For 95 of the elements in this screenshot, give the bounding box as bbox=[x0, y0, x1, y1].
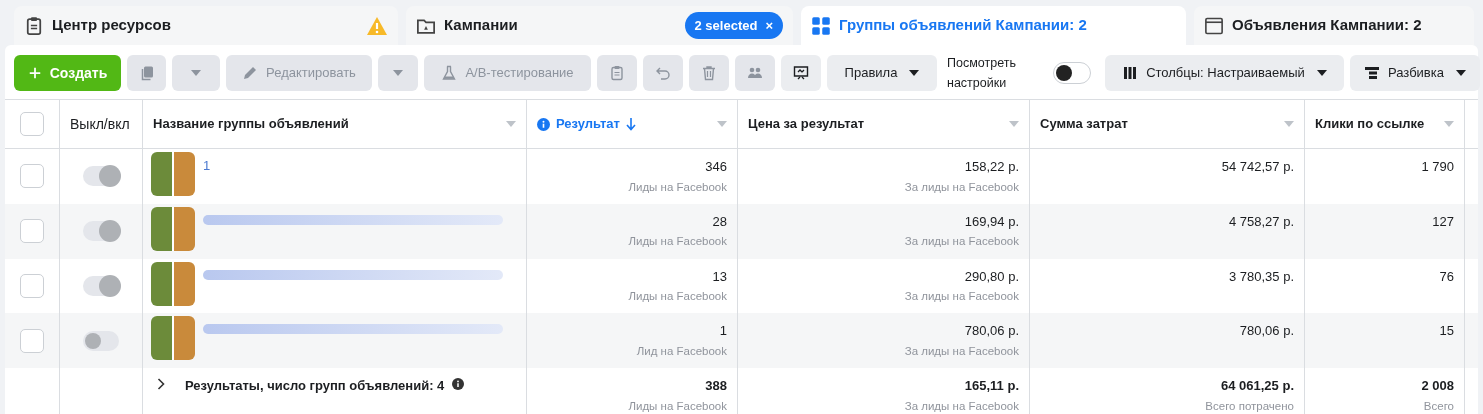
dropdown-button[interactable]: Столбцы: Настраиваемый bbox=[1105, 55, 1344, 91]
table-cell-text: 54 742,57 р. bbox=[1220, 158, 1294, 176]
info-icon bbox=[537, 117, 550, 131]
cell-caption: Лиды на Facebook bbox=[627, 179, 727, 195]
column-header[interactable]: Клики по ссылке bbox=[1305, 100, 1465, 148]
cell-caption: За лиды на Facebook bbox=[903, 343, 1019, 359]
photo-placeholder bbox=[151, 152, 195, 196]
caret-icon bbox=[191, 70, 201, 76]
table-cell-text: 158,22 р. bbox=[963, 158, 1019, 176]
checkbox[interactable] bbox=[20, 164, 44, 189]
table-cell-text: 4 758,27 р. bbox=[1227, 212, 1294, 231]
checkbox[interactable] bbox=[20, 112, 44, 136]
column-header[interactable]: Результат bbox=[527, 100, 738, 148]
tab[interactable]: Кампании 2 selected × bbox=[406, 6, 793, 45]
chip-label: 2 selected bbox=[694, 17, 758, 33]
checkbox[interactable] bbox=[20, 273, 44, 298]
warning-icon bbox=[366, 15, 388, 36]
table-cell-text: 15 bbox=[1438, 322, 1454, 341]
cell-caption: Лид на Facebook bbox=[635, 343, 727, 359]
table-cell-text: 165,11 р. bbox=[963, 377, 1019, 395]
cell-caption: За лиды на Facebook bbox=[903, 398, 1019, 414]
info-icon bbox=[452, 378, 465, 390]
column-header[interactable]: Выкл/вкл bbox=[60, 100, 143, 148]
caret-icon bbox=[1284, 121, 1294, 127]
window-icon bbox=[1204, 15, 1224, 36]
table-cell-text: 1 790 bbox=[1420, 158, 1454, 176]
ad-group-link[interactable]: 1 bbox=[203, 156, 211, 176]
tab[interactable]: Центр ресурсов bbox=[14, 6, 398, 45]
breakdown-icon bbox=[1364, 65, 1380, 81]
cell-caption: Всего потрачено bbox=[1204, 398, 1294, 414]
tab[interactable]: Объявления Кампании: 2 bbox=[1194, 6, 1474, 45]
tab-label: Объявления Кампании: 2 bbox=[1232, 15, 1422, 36]
selection-chip[interactable]: 2 selected × bbox=[684, 11, 783, 40]
table-cell-text: 64 061,25 р. bbox=[1220, 377, 1294, 395]
flask-icon bbox=[441, 65, 458, 81]
plus-icon bbox=[27, 66, 42, 80]
table-cell-text: 346 bbox=[704, 158, 727, 176]
dropdown-button[interactable]: Правила bbox=[827, 55, 937, 91]
cell-caption: За лиды на Facebook bbox=[903, 179, 1019, 195]
caret-icon bbox=[506, 121, 516, 127]
caret-icon bbox=[393, 70, 403, 76]
photo-placeholder bbox=[151, 206, 195, 251]
caret-icon bbox=[717, 121, 727, 127]
table-cell-text: 1 bbox=[718, 322, 727, 341]
column-header[interactable]: Сумма затрат bbox=[1030, 100, 1305, 148]
photo-placeholder bbox=[151, 316, 195, 361]
cell-caption: За лиды на Facebook bbox=[903, 234, 1019, 250]
tab[interactable]: Группы объявлений Кампании: 2 bbox=[801, 6, 1186, 45]
tab-label: Кампании bbox=[444, 15, 518, 36]
toggle-switch[interactable] bbox=[83, 221, 119, 242]
photo-placeholder bbox=[151, 261, 195, 306]
toggle-switch[interactable] bbox=[83, 275, 119, 296]
cell-caption: Лиды на Facebook bbox=[627, 234, 727, 250]
cell-caption: Всего bbox=[1422, 398, 1454, 414]
clipboard-icon bbox=[24, 15, 44, 36]
tab-label: Группы объявлений Кампании: 2 bbox=[839, 15, 1087, 36]
table-cell-text: 290,80 р. bbox=[963, 267, 1019, 286]
totals-label: Результаты, число групп объявлений: 4 bbox=[185, 377, 445, 395]
sort-down-icon bbox=[625, 117, 636, 131]
clipboard-icon bbox=[609, 65, 625, 81]
toggle-switch[interactable] bbox=[83, 330, 119, 351]
dropdown-button[interactable]: Разбивка bbox=[1350, 55, 1480, 91]
table-cell-text: 780,06 р. bbox=[963, 322, 1019, 341]
screen-arrows-icon bbox=[793, 65, 809, 81]
table-cell-text: 76 bbox=[1438, 267, 1454, 286]
grid-icon bbox=[811, 15, 831, 36]
cell-caption: Лиды на Facebook bbox=[627, 398, 727, 414]
table-cell-text: 28 bbox=[711, 212, 727, 231]
toggle-switch[interactable] bbox=[1053, 62, 1091, 84]
cell-caption: Лиды на Facebook bbox=[627, 289, 727, 304]
people-icon bbox=[747, 65, 763, 81]
table-cell-text: 13 bbox=[711, 267, 727, 286]
undo-icon bbox=[655, 65, 671, 81]
close-icon[interactable]: × bbox=[765, 17, 773, 33]
switch-label: Посмотреть настройки bbox=[947, 55, 1017, 92]
table-cell-text: 2 008 bbox=[1420, 377, 1454, 395]
trash-icon bbox=[701, 65, 717, 81]
toggle-switch[interactable] bbox=[83, 166, 119, 187]
caret-icon bbox=[1444, 121, 1454, 127]
columns-icon bbox=[1122, 65, 1139, 81]
caret-icon bbox=[1009, 121, 1019, 127]
cell-caption: За лиды на Facebook bbox=[903, 289, 1019, 304]
pencil-icon bbox=[242, 65, 259, 81]
checkbox[interactable] bbox=[20, 219, 44, 244]
table-cell-text: 127 bbox=[1431, 212, 1454, 231]
table-cell-text: 169,94 р. bbox=[963, 212, 1019, 231]
column-header[interactable]: Название группы объявлений bbox=[143, 100, 527, 148]
table-cell-text: 780,06 р. bbox=[1238, 322, 1294, 341]
table-cell-text: 388 bbox=[704, 377, 727, 395]
table-cell-text: 3 780,35 р. bbox=[1227, 267, 1294, 286]
chevron-right-icon[interactable] bbox=[157, 378, 165, 390]
checkbox[interactable] bbox=[20, 328, 44, 353]
screen-arrows-button[interactable] bbox=[781, 55, 821, 91]
tab-label: Центр ресурсов bbox=[52, 15, 171, 36]
column-header[interactable]: Цена за результат bbox=[738, 100, 1030, 148]
